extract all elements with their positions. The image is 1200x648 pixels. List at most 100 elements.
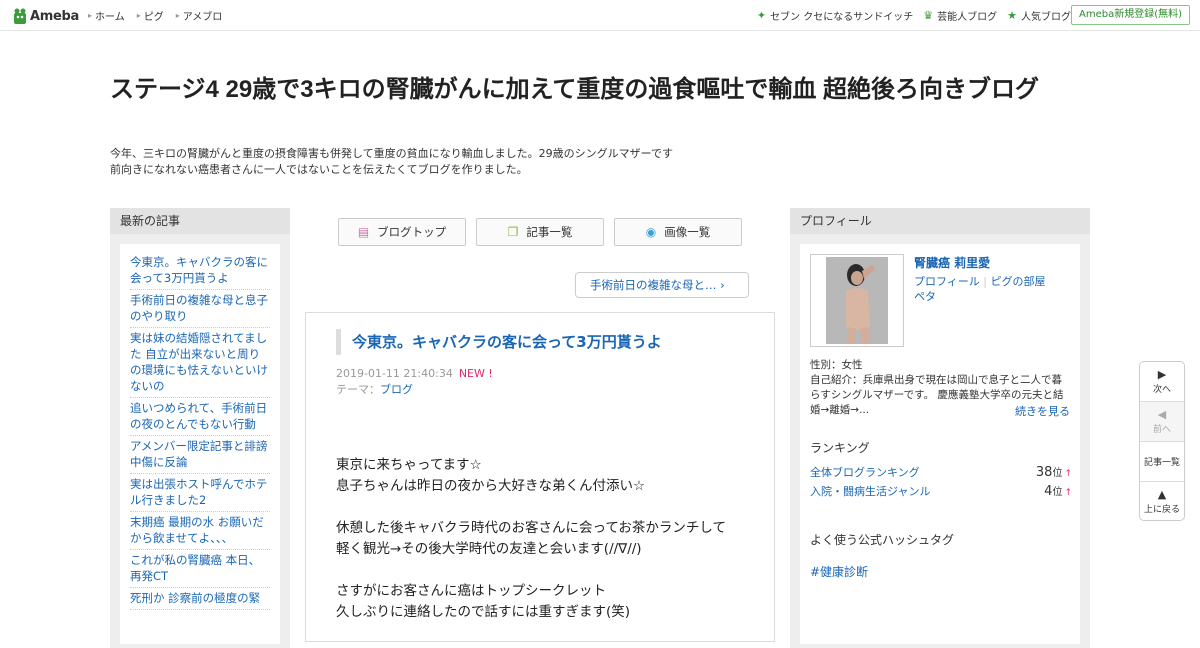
read-more-link[interactable]: 続きを見る xyxy=(1015,403,1070,419)
pigg-room-link[interactable]: ピグの部屋 xyxy=(990,275,1045,288)
article-date: 2019-01-11 21:40:34 xyxy=(336,367,453,380)
profile-links: プロフィール | ピグの部屋 ペタ xyxy=(914,274,1064,304)
ranking-row: 入院・闘病生活ジャンル 4位 ↑ xyxy=(810,483,1072,499)
article-line: さすがにお客さんに癌はトップシークレット xyxy=(336,583,606,599)
back-to-top-button[interactable]: ▲ 上に戻る xyxy=(1140,482,1184,522)
floating-side-nav: ▶ 次へ ◀ 前へ 記事一覧 ▲ 上に戻る xyxy=(1139,361,1185,521)
blog-description-line: 前向きになれない癌患者さんに一人ではないことを伝えたくてブログを作りました。 xyxy=(110,163,528,176)
blog-description: 今年、三キロの腎臓がんと重度の摂食障害も併発して重度の貧血になり輸血しました。2… xyxy=(110,146,810,178)
ranking-link[interactable]: 入院・闘病生活ジャンル xyxy=(810,483,930,499)
blog-top-label: ブログトップ xyxy=(377,225,447,239)
camera-icon: ◉ xyxy=(645,225,657,239)
recent-post-link[interactable]: 死刑か 診察前の極度の緊 xyxy=(130,588,270,610)
article-line: 軽く観光→その後大学時代の友達と会います(//∇//) xyxy=(336,541,642,557)
prev-label: 前へ xyxy=(1152,424,1171,435)
peta-link[interactable]: ペタ xyxy=(914,290,936,303)
blog-nav-buttons: ▤ ブログトップ ❐ 記事一覧 ◉ 画像一覧 xyxy=(338,218,742,246)
article-paragraph: 休憩した後キャバクラ時代のお客さんに会ってお茶かランチして 軽く観光→その後大学時… xyxy=(336,518,756,560)
header-link-celebrity-label: 芸能人ブログ xyxy=(937,12,998,23)
ranking-heading: ランキング xyxy=(810,441,870,455)
back-to-top-label: 上に戻る xyxy=(1143,505,1180,515)
ranking-link[interactable]: 全体ブログランキング xyxy=(810,464,920,480)
article: 今東京。キャバクラの客に会って3万円貰うよ 2019-01-11 21:40:3… xyxy=(305,312,775,642)
header-link-popular[interactable]: ★ 人気ブログ xyxy=(1007,8,1071,23)
previous-article-link[interactable]: 手術前日の複雑な母と… › xyxy=(575,272,749,298)
new-badge: NEW ! xyxy=(458,367,493,380)
recent-post-link[interactable]: 実は出張ホスト呼んでホテル行きました2 xyxy=(130,474,270,512)
nav-home[interactable]: ホーム xyxy=(88,8,125,23)
nav-pigg[interactable]: ピグ xyxy=(137,8,164,23)
crown-icon: ♛ xyxy=(923,9,934,22)
header-link-popular-label: 人気ブログ xyxy=(1021,12,1071,23)
arrow-up-icon: ↑ xyxy=(1064,469,1072,479)
recent-post-link[interactable]: 実は妹の結婚隠されてました 自立が出来ないと周りの環境にも怯えないといけないの xyxy=(130,328,270,398)
image-list-button[interactable]: ◉ 画像一覧 xyxy=(614,218,742,246)
article-line: 東京に来ちゃってます☆ xyxy=(336,457,482,473)
article-list-side-button[interactable]: 記事一覧 xyxy=(1140,442,1184,482)
article-list-button[interactable]: ❐ 記事一覧 xyxy=(476,218,604,246)
star-icon: ★ xyxy=(1007,9,1017,22)
profile-gender: 性別：女性 xyxy=(810,359,863,371)
article-paragraph: 東京に来ちゃってます☆ 息子ちゃんは昨日の夜から大好きな弟くん付添い☆ xyxy=(336,455,756,497)
profile-name[interactable]: 腎臓癌 莉里愛 xyxy=(914,254,990,271)
avatar[interactable] xyxy=(810,254,904,347)
ranking-value: 4位 ↑ xyxy=(1044,483,1072,499)
header-links: ✦ セブン クセになるサンドイッチ ♛ 芸能人ブログ ★ 人気ブログ xyxy=(757,8,1071,23)
hashtag-link[interactable]: #健康診断 xyxy=(810,563,868,580)
header-link-promo-label: セブン クセになるサンドイッチ xyxy=(770,12,914,23)
sparkle-icon: ✦ xyxy=(756,9,767,22)
copy-icon: ❐ xyxy=(507,225,519,239)
ameba-logo[interactable]: Ameba xyxy=(13,6,79,26)
article-theme-label: テーマ： xyxy=(336,383,380,396)
hashtag-heading: よく使う公式ハッシュタグ xyxy=(810,533,955,547)
article-line: 息子ちゃんは昨日の夜から大好きな弟くん付添い☆ xyxy=(336,478,646,494)
next-label: 次へ xyxy=(1152,384,1171,395)
triangle-up-icon: ▲ xyxy=(1157,488,1167,501)
article-date-row: 2019-01-11 21:40:34 NEW ! xyxy=(336,366,493,382)
logo-text: Ameba xyxy=(30,8,80,24)
article-list-label: 記事一覧 xyxy=(526,225,573,239)
blog-top-button[interactable]: ▤ ブログトップ xyxy=(338,218,466,246)
play-icon: ▶ xyxy=(1157,367,1167,381)
header-link-celebrity[interactable]: ♛ 芸能人ブログ xyxy=(923,8,997,23)
document-icon: ▤ xyxy=(357,225,370,239)
recent-posts-panel: 最新の記事 今東京。キャバクラの客に会って3万円貰うよ 手術前日の複雑な母と息子… xyxy=(110,208,290,648)
previous-article-label: 手術前日の複雑な母と… xyxy=(590,278,717,292)
article-body: 東京に来ちゃってます☆ 息子ちゃんは昨日の夜から大好きな弟くん付添い☆ 休憩した後… xyxy=(336,455,756,644)
article-meta: 2019-01-11 21:40:34 NEW ! テーマ：ブログ xyxy=(336,366,493,398)
recent-post-link[interactable]: これが私の腎臓癌 本日、再発CT xyxy=(130,550,270,588)
next-button[interactable]: ▶ 次へ xyxy=(1140,362,1184,402)
global-nav: ホーム ピグ アメブロ xyxy=(88,8,222,23)
nav-ameblo[interactable]: アメブロ xyxy=(176,8,223,23)
recent-post-link[interactable]: 追いつめられて、手術前日の夜のとんでもない行動 xyxy=(130,398,270,436)
article-title[interactable]: 今東京。キャバクラの客に会って3万円貰うよ xyxy=(336,329,756,355)
register-button[interactable]: Ameba新規登録(無料) xyxy=(1070,5,1190,25)
prev-button[interactable]: ◀ 前へ xyxy=(1140,402,1184,442)
profile-panel: プロフィール 腎臓癌 莉里愛 プロフィール | ピグの部屋 ペタ 性別：女性 自… xyxy=(790,208,1090,648)
recent-posts-list: 今東京。キャバクラの客に会って3万円貰うよ 手術前日の複雑な母と息子のやり取り … xyxy=(120,244,280,644)
recent-post-link[interactable]: 手術前日の複雑な母と息子のやり取り xyxy=(130,290,270,328)
link-separator: | xyxy=(979,275,991,288)
recent-post-link[interactable]: 末期癌 最期の水 お願いだから飲ませてよ、、、 xyxy=(130,512,270,550)
ranking-unit: 位 xyxy=(1052,468,1063,479)
article-paragraph: さすがにお客さんに癌はトップシークレット久しぶりに連絡したので話すには重すぎます… xyxy=(336,581,756,623)
article-list-side-label: 記事一覧 xyxy=(1143,458,1180,468)
profile-heading: プロフィール xyxy=(790,208,1090,234)
recent-post-link[interactable]: 今東京。キャバクラの客に会って3万円貰うよ xyxy=(130,252,270,290)
article-theme-link[interactable]: ブログ xyxy=(380,383,413,396)
profile-body: 腎臓癌 莉里愛 プロフィール | ピグの部屋 ペタ 性別：女性 自己紹介：兵庫県… xyxy=(800,244,1080,644)
ranking-unit: 位 xyxy=(1052,487,1063,498)
chevron-right-icon: › xyxy=(720,278,725,292)
profile-link[interactable]: プロフィール xyxy=(914,275,980,288)
ranking-row: 全体ブログランキング 38位 ↑ xyxy=(810,464,1072,480)
recent-post-link[interactable]: アメンバー限定記事と誹謗中傷に反論 xyxy=(130,436,270,474)
header-link-promo[interactable]: ✦ セブン クセになるサンドイッチ xyxy=(757,8,913,23)
article-line: 久しぶりに連絡したので話すには重すぎます(笑) xyxy=(336,604,631,620)
ranking-number: 38 xyxy=(1035,465,1053,480)
blog-title[interactable]: ステージ4 29歳で3キロの腎臓がんに加えて重度の過食嘔吐で輸血 超絶後ろ向きブ… xyxy=(110,73,1090,106)
person-silhouette-icon xyxy=(826,257,888,344)
blog-description-line: 今年、三キロの腎臓がんと重度の摂食障害も併発して重度の貧血になり輸血しました。2… xyxy=(110,147,674,160)
ameba-logo-icon xyxy=(14,8,26,24)
article-line: 休憩した後キャバクラ時代のお客さんに会ってお茶かランチして xyxy=(336,520,727,536)
avatar-photo xyxy=(826,257,888,344)
